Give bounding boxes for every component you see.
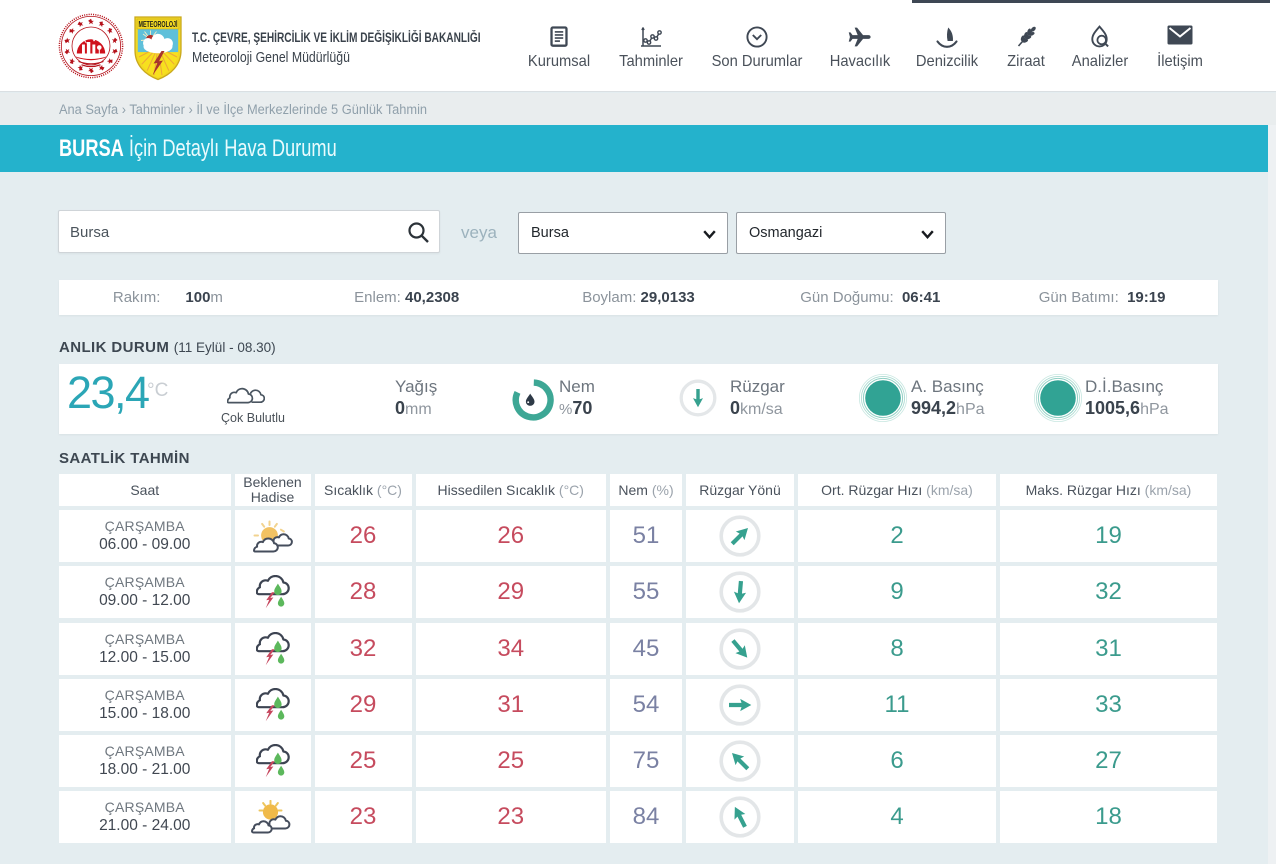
svg-text:METEOROLOJİ: METEOROLOJİ xyxy=(139,20,178,29)
